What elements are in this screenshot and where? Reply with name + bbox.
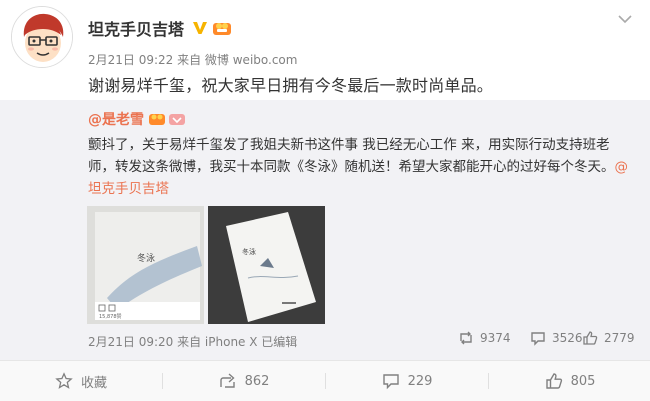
book-title-text: 冬泳 bbox=[137, 252, 155, 264]
comment-count: 229 bbox=[407, 373, 433, 389]
share-icon bbox=[219, 373, 235, 388]
original-post-body: 颤抖了，关于易烊千玺发了我姐夫新书这件事 我已经无心工作 来，用实际行动支持班老… bbox=[88, 137, 615, 175]
comment-icon bbox=[382, 374, 399, 390]
post-text: 谢谢易烊千玺，祝大家早日拥有今冬最后一款时尚单品。 bbox=[88, 76, 494, 95]
post-image-1[interactable]: 冬泳 15,878赞 bbox=[87, 206, 204, 324]
verified-v-icon bbox=[193, 22, 208, 34]
original-author-name[interactable]: @是老雪 bbox=[88, 109, 144, 129]
repost-icon bbox=[460, 331, 472, 345]
favorite-label: 收藏 bbox=[80, 375, 107, 391]
original-post-meta: 2月21日 09:20 来自 iPhone X 已编辑 bbox=[88, 335, 298, 349]
post-header: 坦克手贝吉塔 2月21日 09:22 来自 微博 weibo.com 谢谢易烊千… bbox=[0, 0, 650, 100]
fan-badge-icon bbox=[213, 23, 232, 35]
original-post-text: 颤抖了，关于易烊千玺发了我姐夫新书这件事 我已经无心工作 来，用实际行动支持班老… bbox=[88, 134, 628, 200]
original-comment-stat[interactable]: 3526 bbox=[530, 330, 583, 346]
original-repost-stat[interactable]: 9374 bbox=[458, 330, 511, 346]
fan-badge-icon bbox=[149, 114, 165, 125]
author-row: 坦克手贝吉塔 bbox=[88, 15, 232, 41]
original-comment-count: 3526 bbox=[552, 331, 583, 345]
comment-button[interactable]: 229 bbox=[326, 361, 488, 401]
post-meta: 2月21日 09:22 来自 微博 weibo.com bbox=[88, 53, 298, 67]
avatar[interactable] bbox=[11, 6, 73, 68]
repost-count: 862 bbox=[244, 373, 270, 389]
comment-icon bbox=[531, 332, 545, 346]
chevron-down-icon[interactable] bbox=[618, 14, 632, 24]
like-button[interactable]: 805 bbox=[489, 361, 650, 401]
thumbs-up-icon bbox=[583, 331, 598, 345]
repost-button[interactable]: 862 bbox=[163, 361, 325, 401]
star-icon bbox=[55, 372, 73, 389]
original-like-count: 2779 bbox=[604, 331, 635, 345]
like-count: 805 bbox=[570, 373, 596, 389]
action-bar: 收藏 862 229 805 bbox=[0, 361, 650, 401]
image-caption: 15,878赞 bbox=[99, 313, 122, 320]
member-badge-icon bbox=[169, 114, 185, 125]
repost-card[interactable]: @是老雪 颤抖了，关于易烊千玺发了我姐夫新书这件事 我已经无心工作 来，用实际行… bbox=[0, 100, 650, 360]
post-image-2[interactable]: 冬泳 bbox=[208, 206, 325, 324]
original-author-row: @是老雪 bbox=[88, 108, 186, 130]
thumbs-up-icon bbox=[545, 373, 562, 389]
original-repost-count: 9374 bbox=[480, 331, 511, 345]
original-like-stat[interactable]: 2779 bbox=[582, 330, 635, 346]
book-title-text: 冬泳 bbox=[242, 247, 256, 256]
favorite-button[interactable]: 收藏 bbox=[0, 361, 162, 401]
author-name[interactable]: 坦克手贝吉塔 bbox=[88, 16, 184, 40]
